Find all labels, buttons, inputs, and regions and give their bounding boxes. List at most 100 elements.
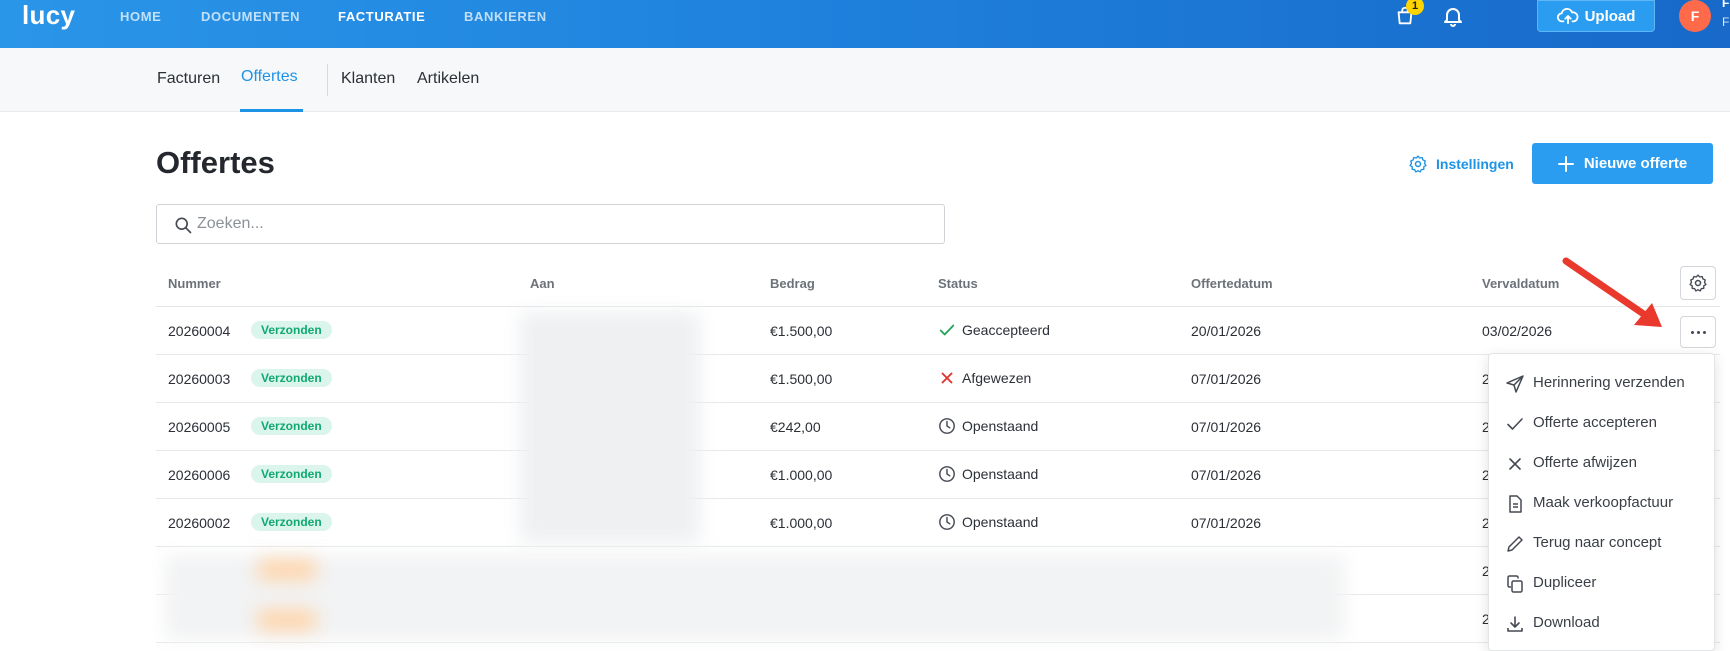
row-quote-date: 07/01/2026 bbox=[1191, 467, 1262, 483]
menu-item-download[interactable]: Download bbox=[1489, 605, 1716, 641]
facturatie-subnav: Facturen Offertes Klanten Artikelen bbox=[0, 48, 1730, 112]
upload-button[interactable]: Upload bbox=[1537, 0, 1655, 32]
row-number[interactable]: 20260003 bbox=[168, 371, 230, 387]
settings-label: Instellingen bbox=[1436, 156, 1514, 172]
new-quote-label: Nieuwe offerte bbox=[1583, 155, 1688, 172]
clock-icon bbox=[939, 418, 955, 434]
row-status: Openstaand bbox=[938, 417, 1038, 435]
menu-item-reject-quote[interactable]: Offerte afwijzen bbox=[1489, 445, 1716, 481]
redacted-badge bbox=[258, 560, 316, 580]
document-icon bbox=[1509, 495, 1522, 513]
settings-link[interactable]: Instellingen bbox=[1408, 154, 1514, 174]
redacted-badge bbox=[258, 610, 316, 630]
nav-bankieren[interactable]: BANKIEREN bbox=[464, 9, 547, 24]
search-icon bbox=[175, 217, 192, 234]
table-row[interactable]: 20260005 Verzonden €242,00 Openstaand 07… bbox=[156, 403, 1720, 451]
row-quote-date: 07/01/2026 bbox=[1191, 371, 1262, 387]
menu-item-duplicate[interactable]: Dupliceer bbox=[1489, 565, 1716, 601]
column-header-status[interactable]: Status bbox=[938, 276, 978, 291]
row-amount: €1.000,00 bbox=[770, 515, 833, 531]
column-header-aan[interactable]: Aan bbox=[530, 276, 555, 291]
user-avatar[interactable]: F bbox=[1679, 0, 1711, 32]
upload-label: Upload bbox=[1584, 7, 1636, 25]
copy-icon bbox=[1507, 575, 1523, 593]
menu-item-label: Offerte accepteren bbox=[1533, 414, 1657, 431]
download-icon bbox=[1507, 616, 1523, 632]
subnav-divider bbox=[327, 64, 328, 96]
row-status: Openstaand bbox=[938, 465, 1038, 483]
annotation-arrow-icon bbox=[1562, 257, 1662, 327]
search-input[interactable] bbox=[197, 211, 927, 237]
tab-artikelen[interactable]: Artikelen bbox=[417, 70, 479, 88]
table-row[interactable]: 20260006 Verzonden €1.000,00 Openstaand … bbox=[156, 451, 1720, 499]
row-status: Openstaand bbox=[938, 513, 1038, 531]
row-status-label: Openstaand bbox=[962, 514, 1039, 530]
row-amount: €242,00 bbox=[770, 419, 821, 435]
user-name-truncated: F bbox=[1722, 0, 1730, 10]
gear-icon bbox=[1409, 155, 1427, 173]
top-navigation-bar: lucy HOME DOCUMENTEN FACTURATIE BANKIERE… bbox=[0, 0, 1730, 48]
row-status-label: Openstaand bbox=[962, 418, 1039, 434]
row-amount: €1.500,00 bbox=[770, 371, 833, 387]
table-row[interactable]: 20260003 Verzonden €1.500,00 Afgewezen 0… bbox=[156, 355, 1720, 403]
nav-documenten[interactable]: DOCUMENTEN bbox=[201, 9, 300, 24]
tab-facturen[interactable]: Facturen bbox=[157, 70, 220, 88]
column-settings-button[interactable] bbox=[1680, 266, 1716, 300]
nav-facturatie[interactable]: FACTURATIE bbox=[338, 9, 425, 24]
column-header-vervaldatum[interactable]: Vervaldatum bbox=[1482, 276, 1559, 291]
plus-icon bbox=[1557, 155, 1574, 172]
menu-item-label: Download bbox=[1533, 614, 1600, 631]
menu-item-create-invoice[interactable]: Maak verkoopfactuur bbox=[1489, 485, 1716, 521]
menu-item-back-to-draft[interactable]: Terug naar concept bbox=[1489, 525, 1716, 561]
dot bbox=[1690, 330, 1694, 334]
menu-item-send-reminder[interactable]: Herinnering verzenden bbox=[1489, 365, 1716, 401]
menu-item-label: Offerte afwijzen bbox=[1533, 454, 1637, 471]
search-box bbox=[156, 204, 945, 244]
check-icon bbox=[939, 324, 955, 336]
row-status: Geaccepteerd bbox=[938, 321, 1050, 339]
column-header-nummer[interactable]: Nummer bbox=[168, 276, 221, 291]
status-badge: Verzonden bbox=[251, 369, 332, 387]
bell-icon[interactable] bbox=[1441, 4, 1465, 28]
check-icon bbox=[1507, 418, 1523, 430]
status-badge: Verzonden bbox=[251, 321, 332, 339]
tab-offertes[interactable]: Offertes bbox=[241, 68, 298, 86]
active-tab-indicator bbox=[240, 109, 303, 112]
status-badge: Verzonden bbox=[251, 465, 332, 483]
pencil-icon bbox=[1507, 536, 1523, 552]
row-amount: €1.000,00 bbox=[770, 467, 833, 483]
menu-item-accept-quote[interactable]: Offerte accepteren bbox=[1489, 405, 1716, 441]
dot bbox=[1696, 330, 1700, 334]
row-number[interactable]: 20260005 bbox=[168, 419, 230, 435]
menu-item-label: Herinnering verzenden bbox=[1533, 374, 1685, 391]
column-header-bedrag[interactable]: Bedrag bbox=[770, 276, 815, 291]
row-status: Afgewezen bbox=[938, 369, 1031, 387]
lucy-logo[interactable]: lucy bbox=[22, 0, 75, 30]
menu-item-label: Dupliceer bbox=[1533, 574, 1597, 591]
redacted-rows bbox=[165, 555, 1345, 640]
row-number[interactable]: 20260002 bbox=[168, 515, 230, 531]
tab-klanten[interactable]: Klanten bbox=[341, 70, 395, 88]
row-more-button[interactable] bbox=[1680, 316, 1716, 348]
menu-item-label: Terug naar concept bbox=[1533, 534, 1662, 551]
page-title: Offertes bbox=[156, 145, 275, 180]
clock-icon bbox=[939, 466, 955, 482]
dot bbox=[1702, 330, 1706, 334]
row-status-label: Geaccepteerd bbox=[962, 322, 1050, 338]
table-row[interactable]: 20260004 Verzonden €1.500,00 Geaccepteer… bbox=[156, 307, 1720, 355]
nav-home[interactable]: HOME bbox=[120, 9, 161, 24]
send-icon bbox=[1506, 375, 1524, 393]
column-header-offertedatum[interactable]: Offertedatum bbox=[1191, 276, 1273, 291]
row-amount: €1.500,00 bbox=[770, 323, 833, 339]
row-status-label: Openstaand bbox=[962, 466, 1039, 482]
row-quote-date: 07/01/2026 bbox=[1191, 515, 1262, 531]
row-actions-menu: Herinnering verzenden Offerte accepteren… bbox=[1488, 353, 1715, 651]
gear-icon bbox=[1689, 274, 1707, 292]
row-number[interactable]: 20260006 bbox=[168, 467, 230, 483]
x-icon bbox=[1509, 458, 1521, 470]
cart-count-badge: 1 bbox=[1406, 0, 1424, 15]
table-row[interactable]: 20260002 Verzonden €1.000,00 Openstaand … bbox=[156, 499, 1720, 547]
new-quote-button[interactable]: Nieuwe offerte bbox=[1532, 143, 1713, 184]
status-badge: Verzonden bbox=[251, 513, 332, 531]
row-number[interactable]: 20260004 bbox=[168, 323, 230, 339]
